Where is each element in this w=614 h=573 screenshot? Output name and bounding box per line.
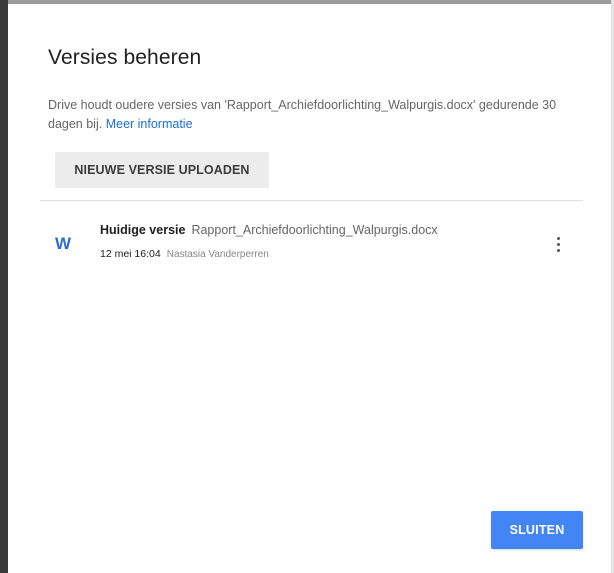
divider bbox=[40, 200, 583, 201]
version-title-line: Huidige versie Rapport_Archiefdoorlichtin… bbox=[100, 223, 438, 237]
version-date: 12 mei 16:04 bbox=[100, 248, 161, 260]
more-info-link[interactable]: Meer informatie bbox=[106, 117, 193, 131]
dialog-description: Drive houdt oudere versies van 'Rapport_… bbox=[48, 96, 568, 134]
upload-new-version-button[interactable]: NIEUWE VERSIE UPLOADEN bbox=[55, 152, 269, 188]
version-author: Nastasia Vanderperren bbox=[166, 249, 269, 260]
manage-versions-dialog: Versies beheren Drive houdt oudere versi… bbox=[8, 4, 611, 573]
version-filename: Rapport_Archiefdoorlichting_Walpurgis.do… bbox=[191, 223, 438, 237]
version-list-item: W Huidige versie Rapport_Archiefdoorlicht… bbox=[40, 210, 583, 270]
page: Versies beheren Drive houdt oudere versi… bbox=[0, 0, 614, 573]
word-icon-letter: W bbox=[55, 234, 72, 252]
version-label: Huidige versie bbox=[100, 223, 186, 237]
menu-dot bbox=[556, 236, 560, 240]
more-vert-icon[interactable] bbox=[546, 230, 570, 258]
word-document-icon: W bbox=[52, 232, 74, 254]
dialog-title: Versies beheren bbox=[48, 46, 202, 69]
close-button[interactable]: SLUITEN bbox=[491, 511, 583, 549]
menu-dot bbox=[556, 242, 560, 246]
window-left-edge bbox=[0, 0, 8, 573]
version-meta-line: 12 mei 16:04 Nastasia Vanderperren bbox=[100, 248, 269, 260]
menu-dot bbox=[556, 248, 560, 252]
